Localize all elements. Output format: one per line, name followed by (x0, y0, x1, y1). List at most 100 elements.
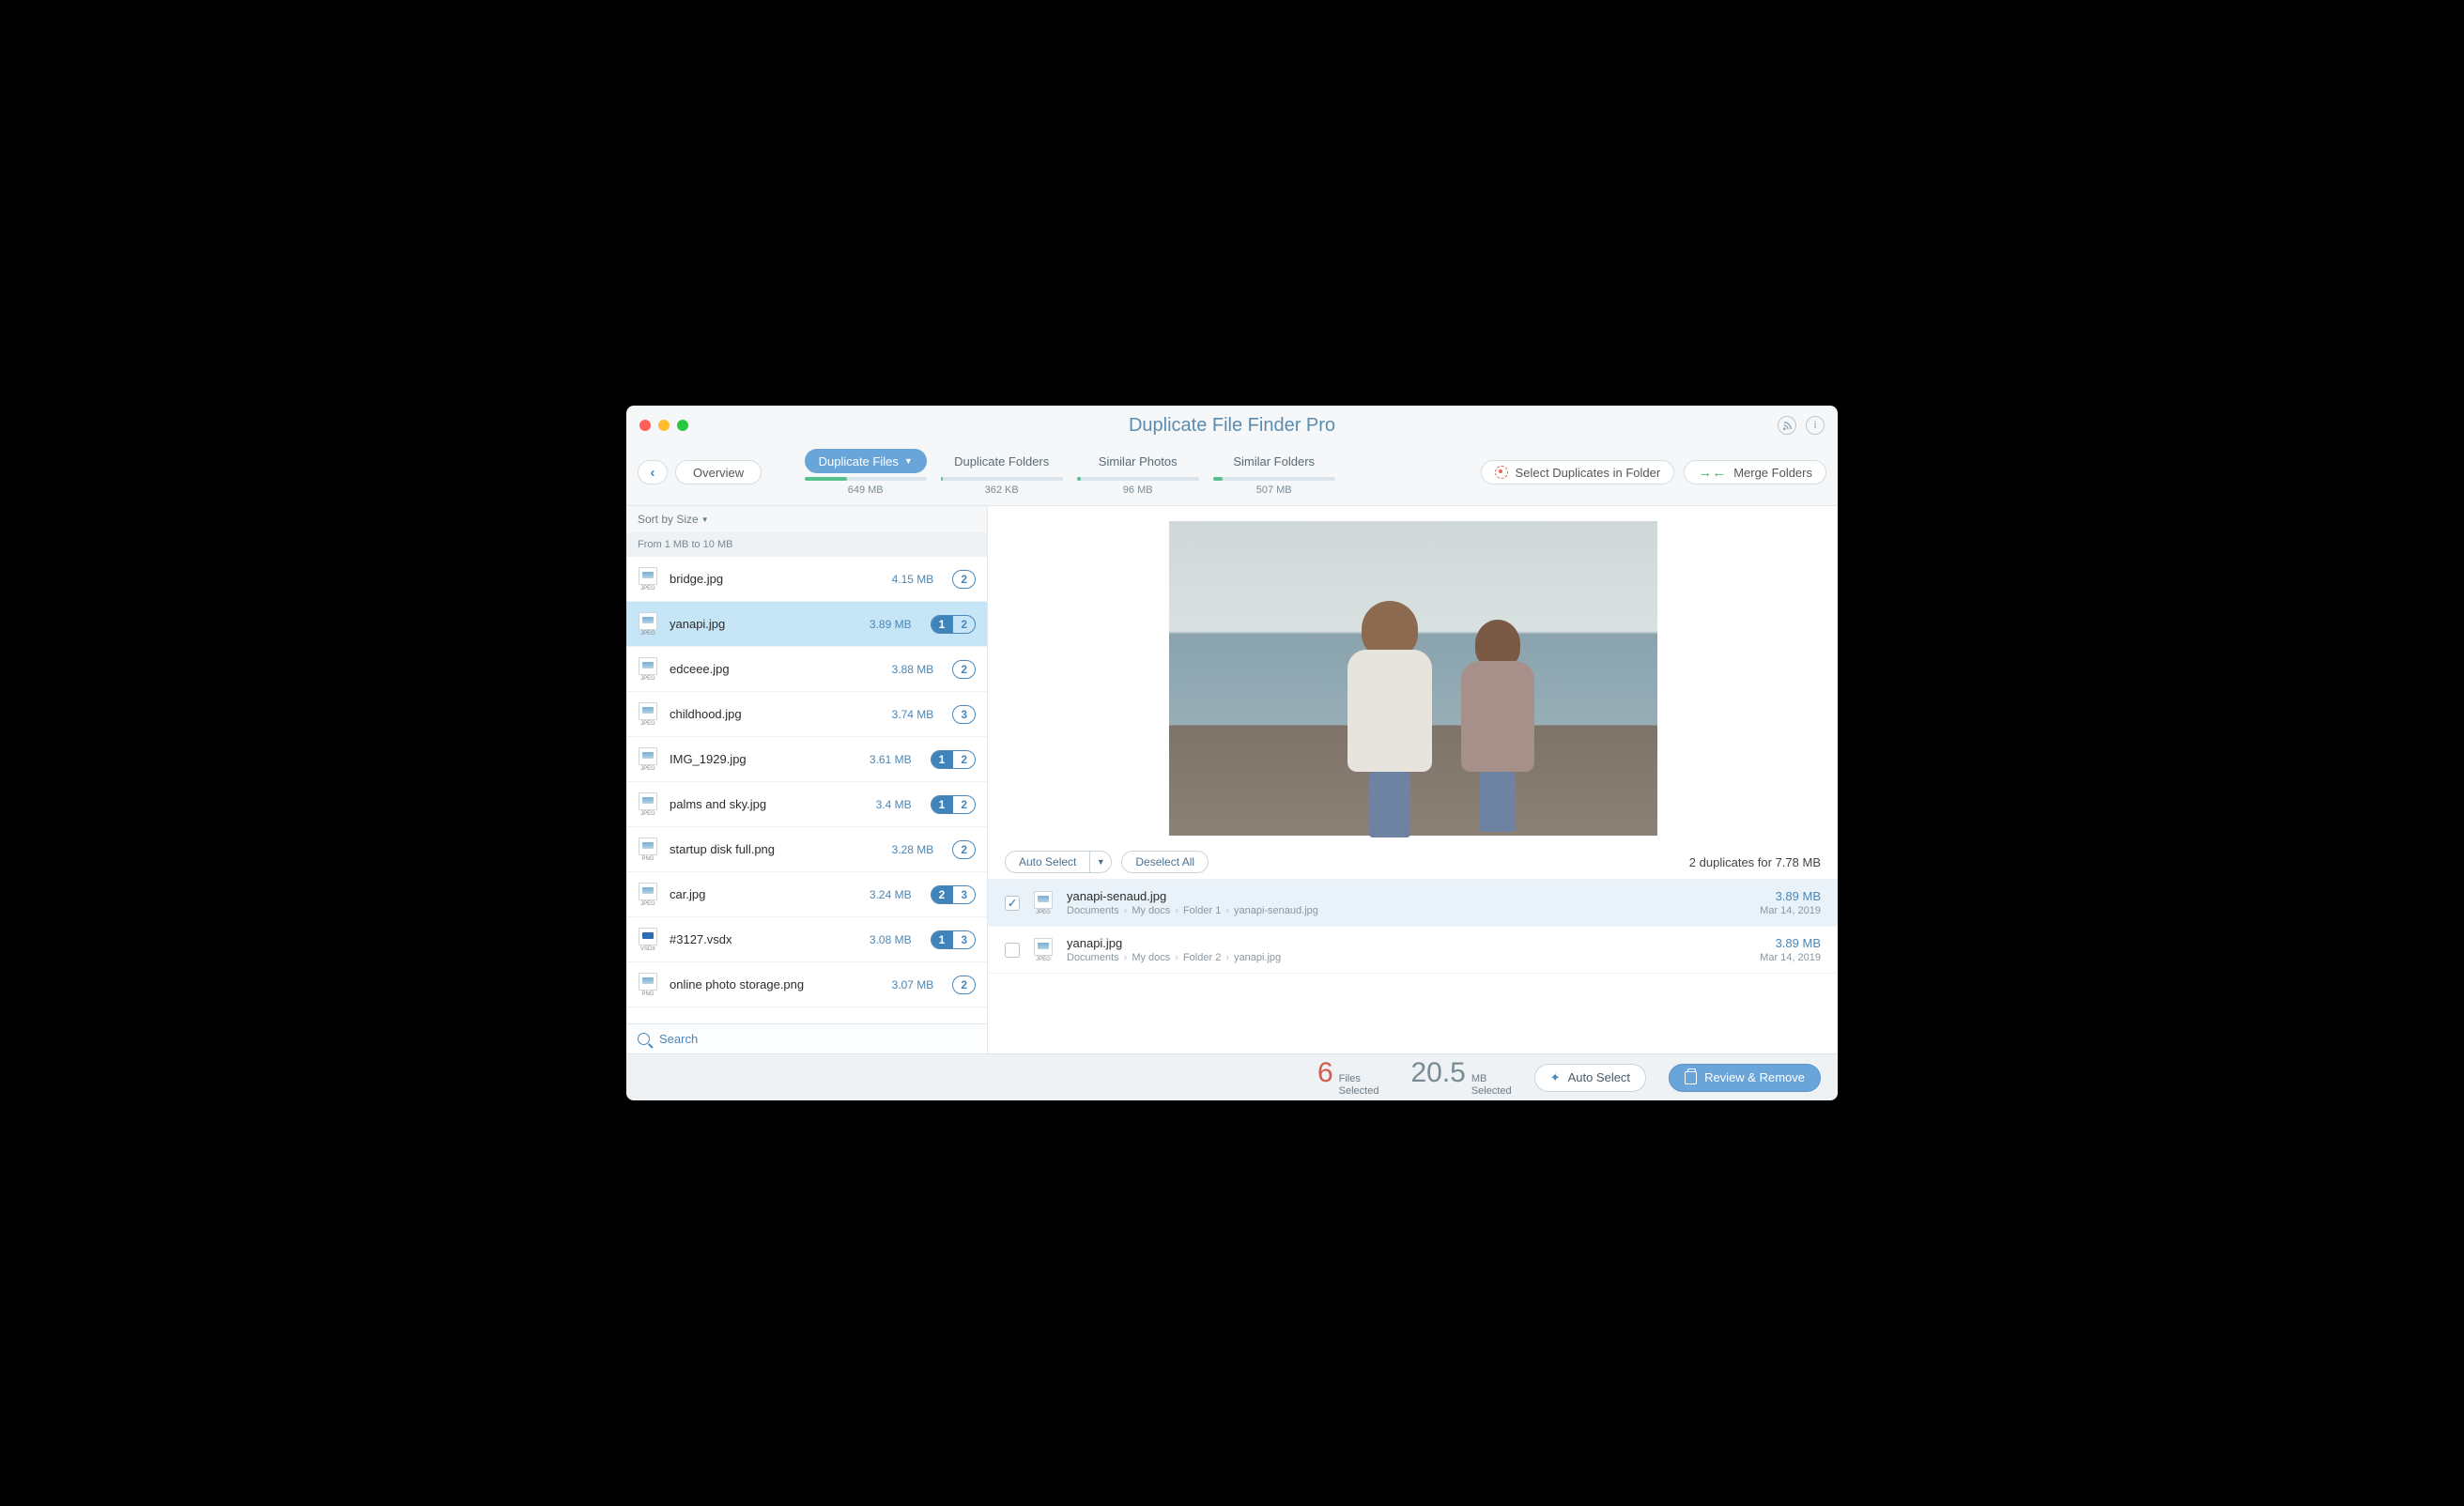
file-name: #3127.vsdx (670, 932, 858, 946)
tab-size: 362 KB (985, 484, 1019, 496)
deselect-all-button[interactable]: Deselect All (1121, 851, 1209, 873)
file-icon: VSDX (638, 928, 658, 952)
duplicate-checkbox[interactable] (1005, 896, 1020, 911)
duplicate-row[interactable]: JPEG yanapi-senaud.jpg Documents›My docs›F… (988, 880, 1838, 927)
file-icon: PNG (638, 973, 658, 997)
file-row[interactable]: VSDX #3127.vsdx 3.08 MB 13 (626, 917, 987, 962)
file-icon: JPEG (1033, 891, 1054, 915)
merge-folders-button[interactable]: →← Merge Folders (1684, 460, 1826, 484)
preview-pane: Auto Select ▼ Deselect All 2 duplicates … (988, 506, 1838, 1053)
duplicate-path: Documents›My docs›Folder 2›yanapi.jpg (1067, 952, 1747, 963)
chevron-down-icon: ▼ (701, 515, 709, 524)
file-size: 3.89 MB (870, 618, 912, 631)
duplicate-count-badge[interactable]: 23 (931, 885, 976, 904)
file-name: bridge.jpg (670, 572, 881, 586)
file-row[interactable]: JPEGbridge.jpg4.15 MB2 (626, 557, 987, 602)
file-row[interactable]: JPEGIMG_1929.jpg3.61 MB12 (626, 737, 987, 782)
file-row[interactable]: PNGstartup disk full.png3.28 MB2 (626, 827, 987, 872)
window-title: Duplicate File Finder Pro (626, 415, 1838, 437)
target-icon (1495, 466, 1508, 479)
file-row[interactable]: JPEGyanapi.jpg3.89 MB12 (626, 602, 987, 647)
file-row[interactable]: PNG online photo storage.png 3.07 MB 2 (626, 962, 987, 1007)
duplicate-count-badge[interactable]: 2 (952, 976, 976, 994)
duplicate-count-badge[interactable]: 12 (931, 795, 976, 814)
sidebar: Sort by Size ▼ From 1 MB to 10 MB JPEGbr… (626, 506, 988, 1053)
file-name: palms and sky.jpg (670, 797, 865, 811)
files-count: 6 (1317, 1057, 1333, 1089)
duplicate-count-badge[interactable]: 2 (952, 570, 976, 589)
auto-select-split-button[interactable]: Auto Select ▼ (1005, 851, 1112, 873)
size-meter (1213, 477, 1335, 481)
zoom-window-button[interactable] (677, 420, 688, 431)
rss-icon[interactable] (1778, 416, 1796, 435)
duplicate-size: 3.89 MB (1760, 889, 1821, 903)
size-meter (1077, 477, 1199, 481)
overview-button[interactable]: Overview (675, 460, 762, 484)
duplicate-checkbox[interactable] (1005, 943, 1020, 958)
select-dup-folder-label: Select Duplicates in Folder (1516, 466, 1661, 480)
trash-icon (1685, 1071, 1697, 1084)
file-icon: JPEG (638, 702, 658, 727)
file-size: 3.74 MB (892, 708, 934, 721)
auto-select-button[interactable]: Auto Select (1005, 851, 1089, 873)
auto-select-dropdown[interactable]: ▼ (1089, 851, 1112, 873)
search-placeholder: Search (659, 1032, 698, 1046)
file-icon: JPEG (638, 657, 658, 682)
merge-icon: →← (1698, 465, 1726, 481)
tab-size: 507 MB (1256, 484, 1292, 496)
file-row[interactable]: JPEGedceee.jpg3.88 MB2 (626, 647, 987, 692)
duplicate-count-badge[interactable]: 13 (931, 930, 976, 949)
duplicate-date: Mar 14, 2019 (1760, 952, 1821, 963)
sparkle-icon: ✦ (1550, 1070, 1561, 1085)
app-window: Duplicate File Finder Pro i ‹ Overview D… (626, 406, 1838, 1100)
titlebar: Duplicate File Finder Pro i (626, 406, 1838, 445)
file-size: 3.08 MB (870, 933, 912, 946)
tab-size: 649 MB (848, 484, 884, 496)
toolbar: ‹ Overview Duplicate Files▼ 649 MB Duplica… (626, 445, 1838, 496)
size-meter (941, 477, 1063, 481)
duplicate-count-badge[interactable]: 2 (952, 660, 976, 679)
tab-similar-photos[interactable]: Similar Photos (1085, 449, 1192, 473)
tab-duplicate-files[interactable]: Duplicate Files▼ (805, 449, 927, 473)
duplicate-row[interactable]: JPEGyanapi.jpgDocuments›My docs›Folder 2… (988, 927, 1838, 974)
duplicate-name: yanapi-senaud.jpg (1067, 889, 1747, 903)
duplicate-count-badge[interactable]: 12 (931, 615, 976, 634)
tab-duplicate-folders[interactable]: Duplicate Folders (940, 449, 1063, 473)
file-size: 3.07 MB (892, 978, 934, 991)
minimize-window-button[interactable] (658, 420, 670, 431)
duplicate-count-badge[interactable]: 12 (931, 750, 976, 769)
mb-selected-stat: 20.5 MBSelected (1410, 1057, 1511, 1098)
file-row[interactable]: JPEG childhood.jpg 3.74 MB 3 (626, 692, 987, 737)
search-input[interactable]: Search (626, 1023, 987, 1053)
close-window-button[interactable] (639, 420, 651, 431)
file-name: childhood.jpg (670, 707, 881, 721)
tab-similar-folders[interactable]: Similar Folders (1219, 449, 1329, 473)
file-name: startup disk full.png (670, 842, 881, 856)
sort-dropdown[interactable]: Sort by Size ▼ (626, 506, 987, 532)
search-icon (638, 1033, 650, 1045)
info-icon[interactable]: i (1806, 416, 1825, 435)
tab-size: 96 MB (1123, 484, 1153, 496)
duplicate-name: yanapi.jpg (1067, 936, 1747, 950)
chevron-down-icon: ▼ (904, 456, 913, 466)
review-remove-button[interactable]: Review & Remove (1669, 1064, 1821, 1092)
mb-count: 20.5 (1410, 1057, 1465, 1089)
footer-auto-select-button[interactable]: ✦ Auto Select (1534, 1064, 1646, 1092)
file-list[interactable]: JPEGbridge.jpg4.15 MB2JPEGyanapi.jpg3.89… (626, 557, 987, 1023)
back-button[interactable]: ‹ (638, 460, 668, 484)
duplicate-count-badge[interactable]: 3 (952, 705, 976, 724)
file-size: 3.24 MB (870, 888, 912, 901)
duplicate-list: JPEG yanapi-senaud.jpg Documents›My docs›F… (988, 880, 1838, 1053)
select-duplicates-in-folder-button[interactable]: Select Duplicates in Folder (1481, 460, 1675, 484)
duplicate-count-badge[interactable]: 2 (952, 840, 976, 859)
file-row[interactable]: JPEGcar.jpg3.24 MB23 (626, 872, 987, 917)
file-row[interactable]: JPEGpalms and sky.jpg3.4 MB12 (626, 782, 987, 827)
footer: 6 FilesSelected 20.5 MBSelected ✦ Auto S… (626, 1053, 1838, 1100)
file-icon: JPEG (638, 612, 658, 637)
file-name: online photo storage.png (670, 977, 881, 991)
file-size: 4.15 MB (892, 573, 934, 586)
file-icon: PNG (638, 838, 658, 862)
file-name: car.jpg (670, 887, 858, 901)
duplicate-path: Documents›My docs›Folder 1›yanapi-senaud… (1067, 905, 1747, 916)
preview-image (1169, 521, 1657, 836)
